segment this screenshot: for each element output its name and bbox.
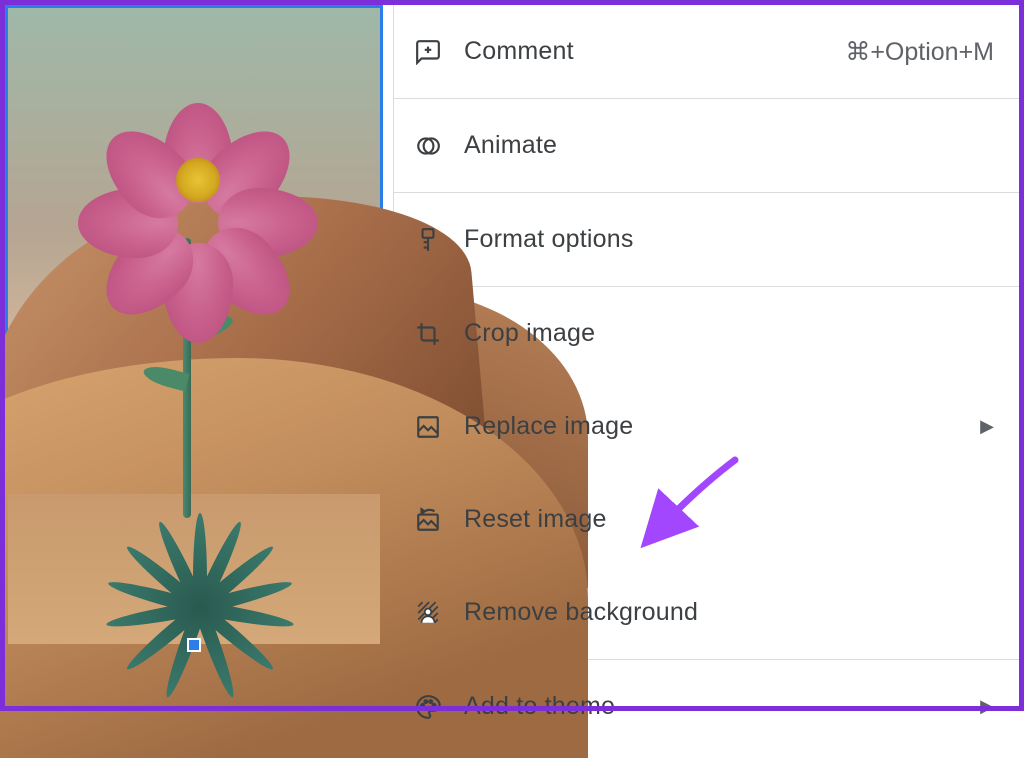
selected-image[interactable] <box>5 5 383 647</box>
menu-format-options[interactable]: Format options <box>394 193 1024 286</box>
canvas-panel <box>0 0 393 711</box>
palette-icon <box>414 693 442 721</box>
menu-add-to-theme[interactable]: Add to theme ▶ <box>394 660 1024 753</box>
resize-handle-bottom[interactable] <box>187 638 201 652</box>
menu-animate[interactable]: Animate <box>394 99 1024 192</box>
animate-icon <box>414 132 442 160</box>
reset-image-icon <box>414 506 442 534</box>
chevron-right-icon: ▶ <box>980 696 994 717</box>
image-icon <box>414 413 442 441</box>
menu-comment[interactable]: Comment ⌘+Option+M <box>394 5 1024 98</box>
context-menu: Comment ⌘+Option+M Animate <box>393 0 1024 711</box>
menu-label: Add to theme <box>464 692 980 721</box>
menu-crop-image[interactable]: Crop image <box>394 287 1024 380</box>
app-root: Comment ⌘+Option+M Animate <box>0 0 1024 711</box>
menu-label: Replace image <box>464 412 980 441</box>
menu-label: Reset image <box>464 505 994 534</box>
menu-label: Remove background <box>464 598 994 627</box>
chevron-right-icon: ▶ <box>980 416 994 437</box>
menu-label: Crop image <box>464 319 994 348</box>
menu-shortcut: ⌘+Option+M <box>845 37 994 67</box>
menu-label: Comment <box>464 37 845 66</box>
menu-label: Animate <box>464 131 994 160</box>
remove-background-icon <box>414 599 442 627</box>
menu-remove-background[interactable]: Remove background <box>394 566 1024 659</box>
menu-replace-image[interactable]: Replace image ▶ <box>394 380 1024 473</box>
menu-label: Format options <box>464 225 994 254</box>
comment-icon <box>414 38 442 66</box>
flower-illustration <box>88 63 298 263</box>
menu-reset-image[interactable]: Reset image <box>394 473 1024 566</box>
format-options-icon <box>414 226 442 254</box>
crop-icon <box>414 320 442 348</box>
